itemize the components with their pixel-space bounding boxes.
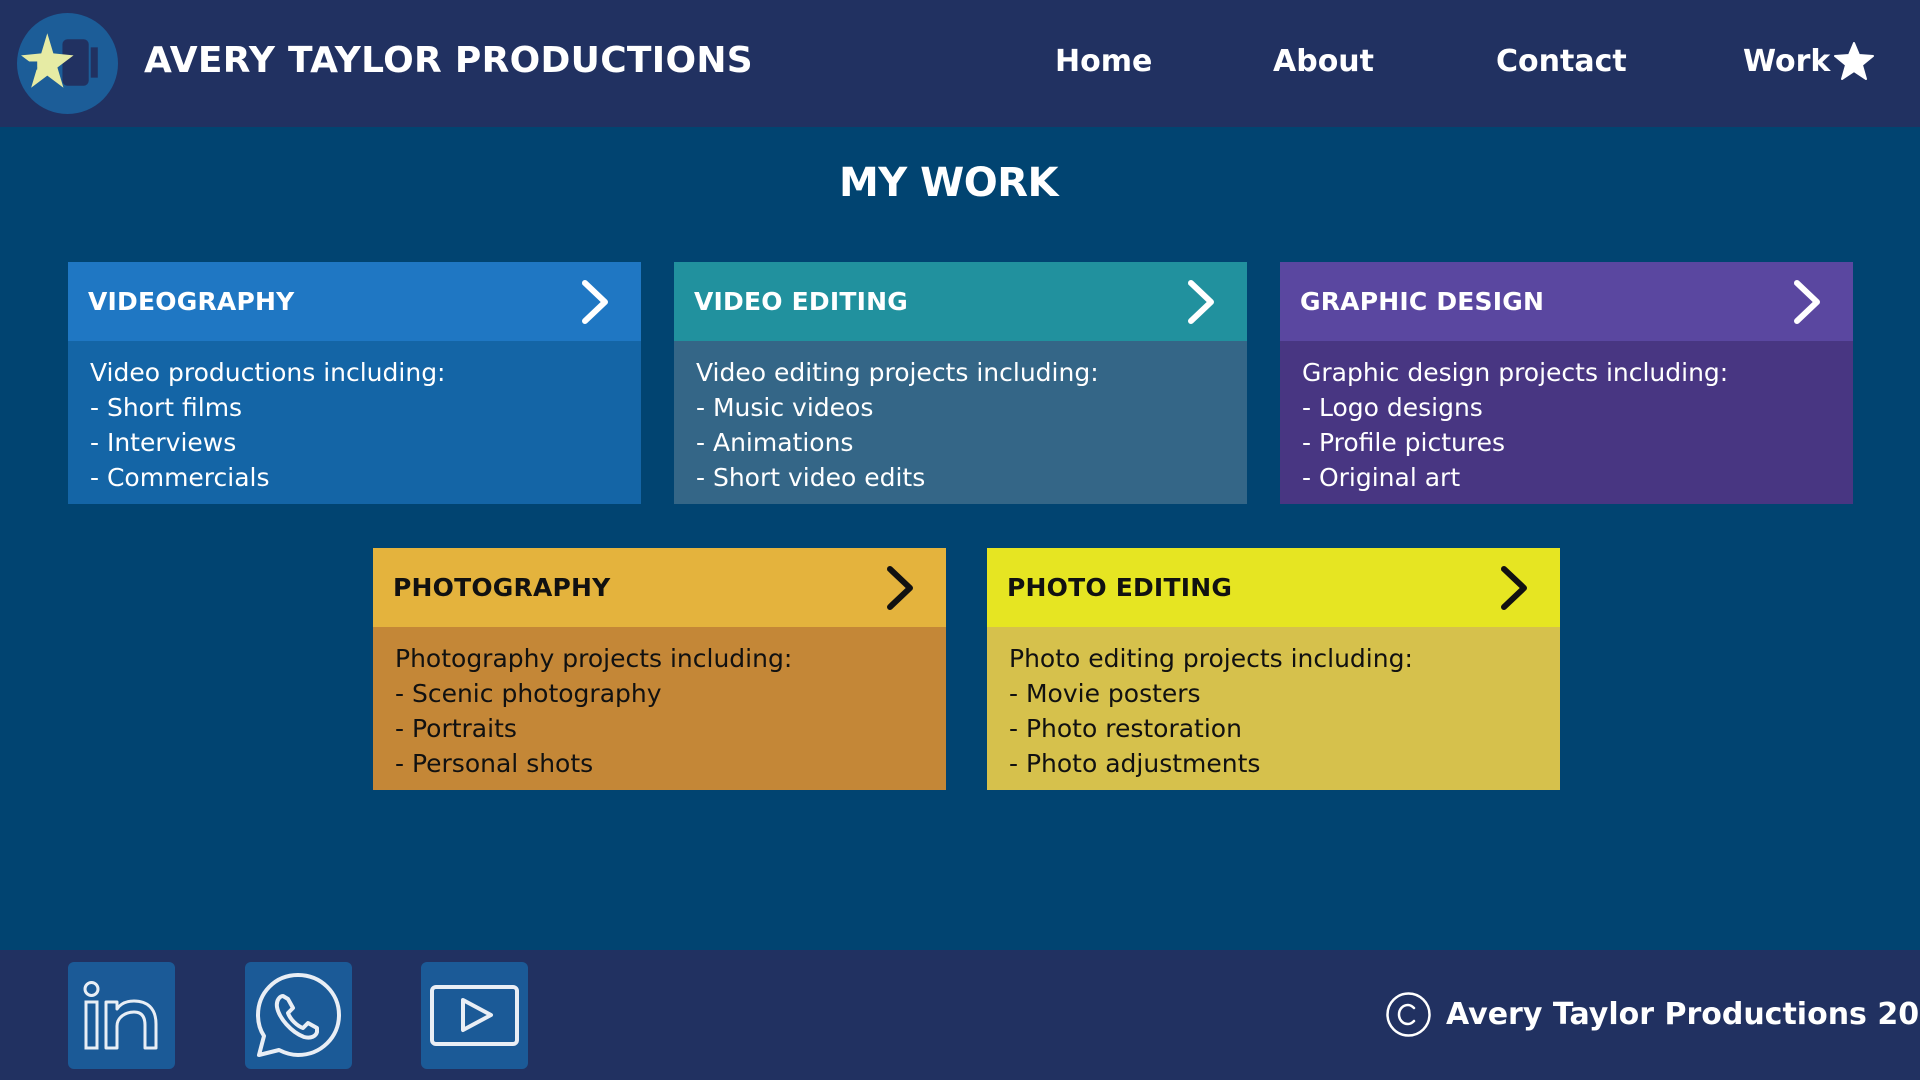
card-line: - Movie posters: [1009, 679, 1201, 708]
whatsapp-icon: [256, 973, 341, 1057]
card-line: - Portraits: [395, 714, 517, 743]
card-line: - Short films: [90, 393, 243, 422]
youtube-link[interactable]: [421, 962, 528, 1069]
card-line: Photo editing projects including:: [1009, 644, 1413, 673]
site-footer: Avery Taylor Productions 2024: [0, 950, 1920, 1080]
card-header-photo-editing[interactable]: PHOTO EDITING: [987, 548, 1560, 627]
card-line: - Music videos: [696, 393, 874, 422]
chevron-right-icon[interactable]: [1185, 279, 1219, 325]
chevron-right-icon[interactable]: [1791, 279, 1825, 325]
card-line: - Logo designs: [1302, 393, 1483, 422]
card-title: PHOTOGRAPHY: [393, 573, 611, 602]
linkedin-link[interactable]: [68, 962, 175, 1069]
nav-home[interactable]: Home: [1055, 44, 1152, 79]
card-line: - Photo restoration: [1009, 714, 1242, 743]
nav-about[interactable]: About: [1273, 44, 1374, 79]
card-line: - Scenic photography: [395, 679, 662, 708]
card-line: - Interviews: [90, 428, 237, 457]
card-line: - Commercials: [90, 463, 270, 492]
site-header: AVERY TAYLOR PRODUCTIONS Home About Cont…: [0, 0, 1920, 127]
card-description: Video productions including: - Short fil…: [68, 341, 641, 504]
card-video-editing: VIDEO EDITING Video editing projects inc…: [674, 262, 1247, 504]
card-graphic-design: GRAPHIC DESIGN Graphic design projects i…: [1280, 262, 1853, 504]
card-line: - Profile pictures: [1302, 428, 1505, 457]
card-line: - Animations: [696, 428, 854, 457]
card-line: - Original art: [1302, 463, 1461, 492]
card-header-graphic-design[interactable]: GRAPHIC DESIGN: [1280, 262, 1853, 341]
card-description: Graphic design projects including: - Log…: [1280, 341, 1853, 504]
linkedin-icon: [83, 981, 158, 1050]
card-header-videography[interactable]: VIDEOGRAPHY: [68, 262, 641, 341]
card-line: - Short video edits: [696, 463, 926, 492]
card-line: - Photo adjustments: [1009, 749, 1261, 778]
star-icon: [1834, 42, 1874, 80]
card-photo-editing: PHOTO EDITING Photo editing projects inc…: [987, 548, 1560, 790]
card-line: Video productions including:: [90, 358, 446, 387]
chevron-right-icon[interactable]: [1498, 565, 1532, 611]
card-line: Video editing projects including:: [696, 358, 1099, 387]
copyright-text: Avery Taylor Productions 2024: [1446, 997, 1920, 1032]
youtube-play-icon: [430, 985, 519, 1046]
brand-title[interactable]: AVERY TAYLOR PRODUCTIONS: [144, 40, 753, 81]
chevron-right-icon[interactable]: [579, 279, 613, 325]
card-title: VIDEOGRAPHY: [88, 287, 295, 316]
card-description: Photo editing projects including: - Movi…: [987, 627, 1560, 790]
card-description: Video editing projects including: - Musi…: [674, 341, 1247, 504]
card-title: GRAPHIC DESIGN: [1300, 287, 1545, 316]
card-title: VIDEO EDITING: [694, 287, 908, 316]
card-line: Graphic design projects including:: [1302, 358, 1729, 387]
card-videography: VIDEOGRAPHY Video productions including:…: [68, 262, 641, 504]
card-line: Photography projects including:: [395, 644, 793, 673]
card-title: PHOTO EDITING: [1007, 573, 1233, 602]
card-line: - Personal shots: [395, 749, 594, 778]
logo-icon[interactable]: [17, 13, 118, 114]
chevron-right-icon[interactable]: [884, 565, 918, 611]
page-title: MY WORK: [838, 160, 1059, 206]
nav-work[interactable]: Work: [1743, 44, 1830, 79]
copyright-icon: [1386, 992, 1431, 1037]
nav-contact[interactable]: Contact: [1496, 44, 1627, 79]
card-photography: PHOTOGRAPHY Photography projects includi…: [373, 548, 946, 790]
card-header-video-editing[interactable]: VIDEO EDITING: [674, 262, 1247, 341]
whatsapp-link[interactable]: [245, 962, 352, 1069]
card-header-photography[interactable]: PHOTOGRAPHY: [373, 548, 946, 627]
card-description: Photography projects including: - Scenic…: [373, 627, 946, 790]
